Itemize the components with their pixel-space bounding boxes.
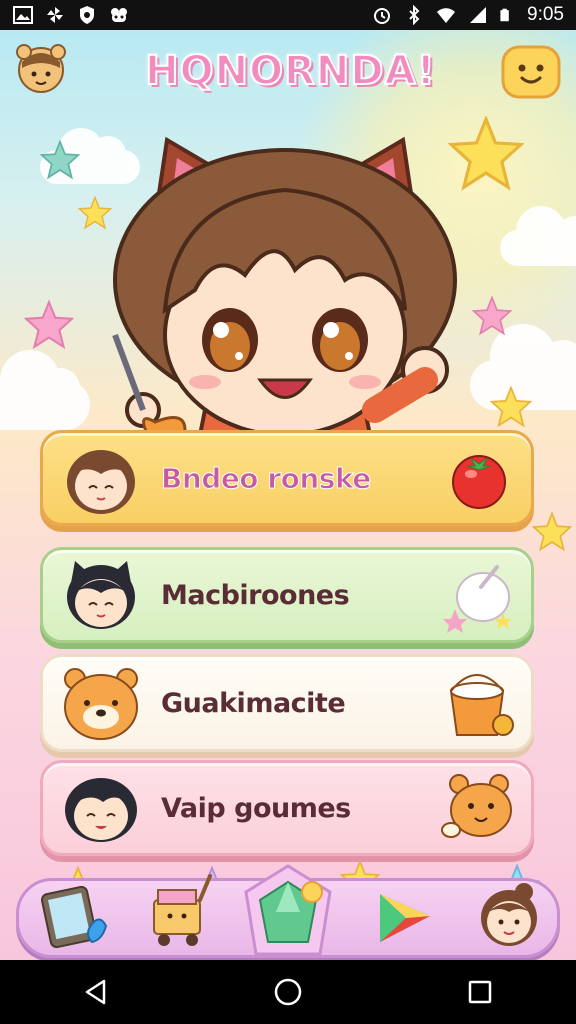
shield-icon [80, 6, 94, 24]
star-icon [24, 300, 74, 350]
recents-icon [468, 980, 492, 1004]
recents-button[interactable] [460, 972, 500, 1012]
menu-item-4[interactable]: Vaip goumes [40, 760, 534, 856]
bear-cub-icon [64, 668, 138, 740]
smiley-face-icon[interactable] [500, 44, 562, 100]
alarm-icon [374, 8, 391, 24]
play-store-icon[interactable] [372, 886, 438, 948]
game-title: HQNORNDA! [118, 47, 463, 95]
rice-bowl-icon [443, 565, 511, 633]
bear-avatar-icon[interactable] [12, 40, 70, 100]
home-button[interactable] [268, 972, 308, 1012]
menu-item-1[interactable]: Bndeo ronske [40, 430, 534, 526]
status-bar: 9:05 [0, 0, 576, 30]
image-icon [13, 6, 33, 24]
menu-item-label: Bndeo ronske [161, 461, 372, 495]
girl-face-icon[interactable] [474, 880, 544, 950]
status-left-icons [12, 5, 130, 25]
star-icon [40, 140, 80, 180]
signal-icon [470, 7, 487, 23]
star-icon [472, 296, 512, 336]
menu-item-3[interactable]: Guakimacite [40, 654, 534, 752]
status-time: 9:05 [527, 4, 564, 25]
tablet-icon[interactable] [40, 884, 110, 950]
star-icon [532, 512, 572, 552]
system-nav-bar [0, 960, 576, 1024]
back-button[interactable] [76, 972, 116, 1012]
game-screen: HQNORNDA! Bndeo ronske Macbiroones Guaki… [0, 30, 576, 960]
gem-icon[interactable] [240, 862, 336, 960]
battery-icon [500, 8, 509, 22]
star-icon [490, 386, 532, 428]
wifi-icon [437, 8, 456, 23]
sleeping-girl-icon [67, 450, 135, 514]
cat-girl-icon [67, 561, 135, 629]
home-icon [274, 978, 302, 1006]
cloud [500, 206, 576, 266]
bluetooth-icon [409, 5, 420, 25]
gamepad-icon [111, 8, 127, 22]
cart-icon[interactable] [144, 870, 220, 950]
back-icon [85, 979, 106, 1005]
menu-item-label: Macbiroones [161, 579, 350, 611]
cloud [0, 350, 90, 430]
happy-boy-icon [65, 778, 137, 842]
tomato-icon [452, 455, 506, 509]
pinwheel-icon [47, 7, 63, 23]
dog-toy-icon [441, 774, 512, 838]
menu-item-label: Guakimacite [161, 687, 346, 719]
menu-item-label: Vaip goumes [161, 792, 351, 824]
status-right-icons: 9:05 [371, 4, 564, 26]
bucket-icon [449, 674, 514, 736]
menu-item-2[interactable]: Macbiroones [40, 547, 534, 643]
